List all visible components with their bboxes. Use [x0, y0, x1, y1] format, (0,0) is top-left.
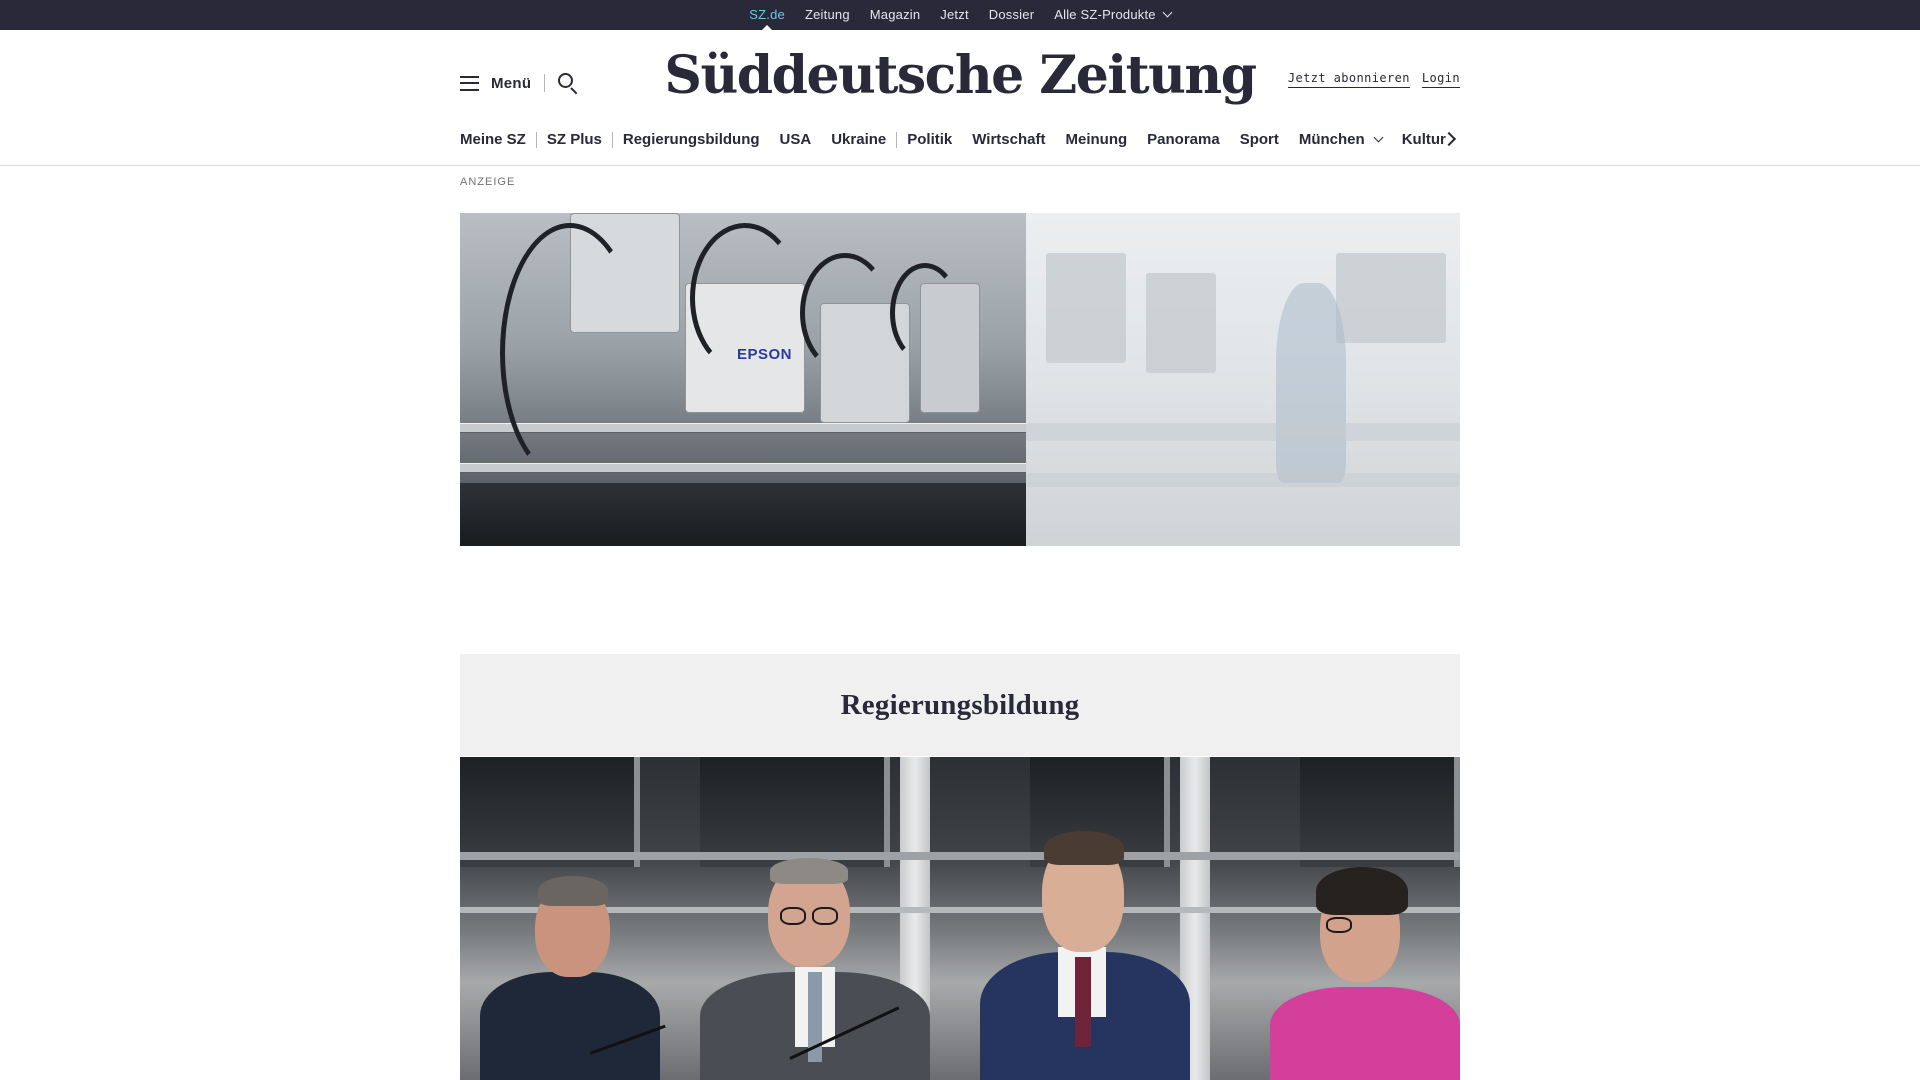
product-link-magazin[interactable]: Magazin [860, 0, 931, 30]
nav-item-muenchen-label: München [1298, 131, 1365, 148]
header-bottom-border [0, 165, 1920, 166]
product-link-dossier[interactable]: Dossier [979, 0, 1044, 30]
chevron-down-icon [1373, 132, 1384, 142]
login-link[interactable]: Login [1421, 71, 1460, 88]
nav-item-muenchen[interactable]: München [1289, 126, 1392, 154]
nav-item-politik[interactable]: Politik [897, 126, 962, 154]
section-title[interactable]: Regierungsbildung [841, 689, 1080, 722]
nav-item-meine-sz[interactable]: Meine SZ [460, 126, 536, 154]
product-bar: SZ.de Zeitung Magazin Jetzt Dossier Alle… [0, 0, 1920, 31]
product-link-all-products[interactable]: Alle SZ-Produkte [1044, 0, 1180, 30]
ad-banner-image[interactable]: EPSON [460, 213, 1460, 546]
all-products-label: Alle SZ-Produkte [1054, 7, 1156, 22]
subscribe-link[interactable]: Jetzt abonnieren [1287, 71, 1410, 88]
product-link-jetzt[interactable]: Jetzt [930, 0, 978, 30]
lead-article-image[interactable] [460, 757, 1460, 1080]
product-link-zeitung[interactable]: Zeitung [795, 0, 860, 30]
nav-item-panorama[interactable]: Panorama [1137, 126, 1230, 154]
nav-item-meinung[interactable]: Meinung [1055, 126, 1137, 154]
nav-item-ukraine[interactable]: Ukraine [821, 126, 896, 154]
nav-item-wirtschaft[interactable]: Wirtschaft [962, 126, 1055, 154]
product-bar-links: SZ.de Zeitung Magazin Jetzt Dossier Alle… [0, 0, 1920, 31]
nav-item-regierungsbildung[interactable]: Regierungsbildung [613, 126, 770, 154]
nav-item-sport[interactable]: Sport [1230, 126, 1289, 154]
nav-item-sz-plus[interactable]: SZ Plus [537, 126, 612, 154]
section-header: Regierungsbildung [460, 654, 1460, 756]
ad-label: ANZEIGE [460, 176, 516, 188]
ad-factory-photo: EPSON [460, 213, 1026, 546]
ad-brand-mark: EPSON [737, 346, 793, 363]
ad-faded-photo [1026, 213, 1460, 546]
site-header: Menü Süddeutsche Zeitung Jetzt abonniere… [460, 30, 1460, 135]
product-link-sz-de[interactable]: SZ.de [739, 0, 795, 31]
chevron-down-icon [1162, 7, 1173, 18]
account-links: Jetzt abonnieren Login [1287, 71, 1460, 88]
main-navigation: Meine SZ SZ Plus Regierungsbildung USA U… [460, 126, 1460, 154]
nav-item-usa[interactable]: USA [770, 126, 822, 154]
